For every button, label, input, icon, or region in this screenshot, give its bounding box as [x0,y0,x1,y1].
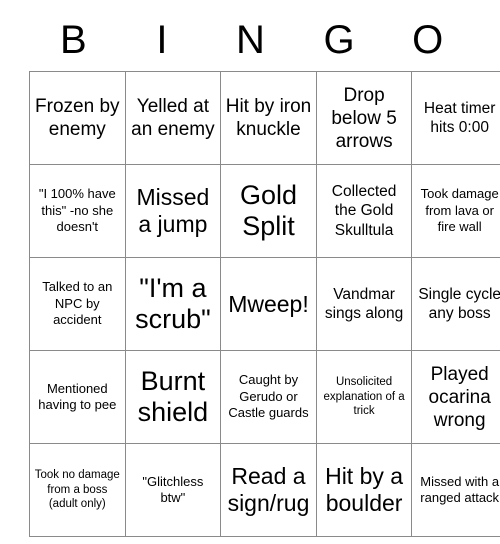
bingo-cell[interactable]: Heat timer hits 0:00 [411,71,500,165]
bingo-cell[interactable]: Caught by Gerudo or Castle guards [220,350,317,444]
bingo-cell[interactable]: Hit by a boulder [315,443,413,537]
bingo-cell[interactable]: Missed a jump [124,164,222,258]
bingo-header-letter-i: I [156,17,168,62]
bingo-cell[interactable]: Burnt shield [124,350,222,444]
bingo-cell[interactable]: Missed with a ranged attack [411,443,500,537]
bingo-header-letter-o: O [412,17,444,62]
bingo-cell[interactable]: Frozen by enemy [29,71,126,165]
bingo-row: Talked to an NPC by accident "I'm a scru… [29,257,500,351]
bingo-cell[interactable]: Mweep! [220,257,317,351]
bingo-cell[interactable]: Collected the Gold Skulltula [315,164,413,258]
bingo-header-letter-n: N [236,17,265,62]
bingo-cell[interactable]: Drop below 5 arrows [315,71,413,165]
bingo-row: Mentioned having to pee Burnt shield Cau… [29,350,500,444]
bingo-cell[interactable]: "Glitchless btw" [124,443,222,537]
bingo-header: B I N G O [29,8,472,71]
bingo-row: Frozen by enemy Yelled at an enemy Hit b… [29,71,500,165]
bingo-row: Took no damage from a boss (adult only) … [29,443,500,537]
bingo-cell[interactable]: Talked to an NPC by accident [29,257,126,351]
bingo-cell[interactable]: Single cycle any boss [411,257,500,351]
bingo-cell[interactable]: Gold Split [220,164,317,258]
bingo-cell[interactable]: Took damage from lava or fire wall [411,164,500,258]
bingo-cell[interactable]: Yelled at an enemy [124,71,222,165]
bingo-cell[interactable]: Vandmar sings along [315,257,413,351]
bingo-cell[interactable]: Played ocarina wrong [411,350,500,444]
bingo-grid: Frozen by enemy Yelled at an enemy Hit b… [29,71,500,537]
bingo-header-letter-g: G [323,17,355,62]
bingo-cell[interactable]: Read a sign/rug [220,443,317,537]
bingo-card: B I N G O Frozen by enemy Yelled at an e… [29,8,500,537]
bingo-header-letter-b: B [59,17,87,62]
bingo-cell[interactable]: Mentioned having to pee [29,350,126,444]
bingo-row: "I 100% have this" -no she doesn't Misse… [29,164,500,258]
bingo-cell[interactable]: "I 100% have this" -no she doesn't [29,164,126,258]
bingo-cell[interactable]: "I'm a scrub" [124,257,222,351]
bingo-cell[interactable]: Hit by iron knuckle [220,71,317,165]
bingo-cell[interactable]: Unsolicited explanation of a trick [315,350,413,444]
bingo-cell[interactable]: Took no damage from a boss (adult only) [29,443,126,537]
